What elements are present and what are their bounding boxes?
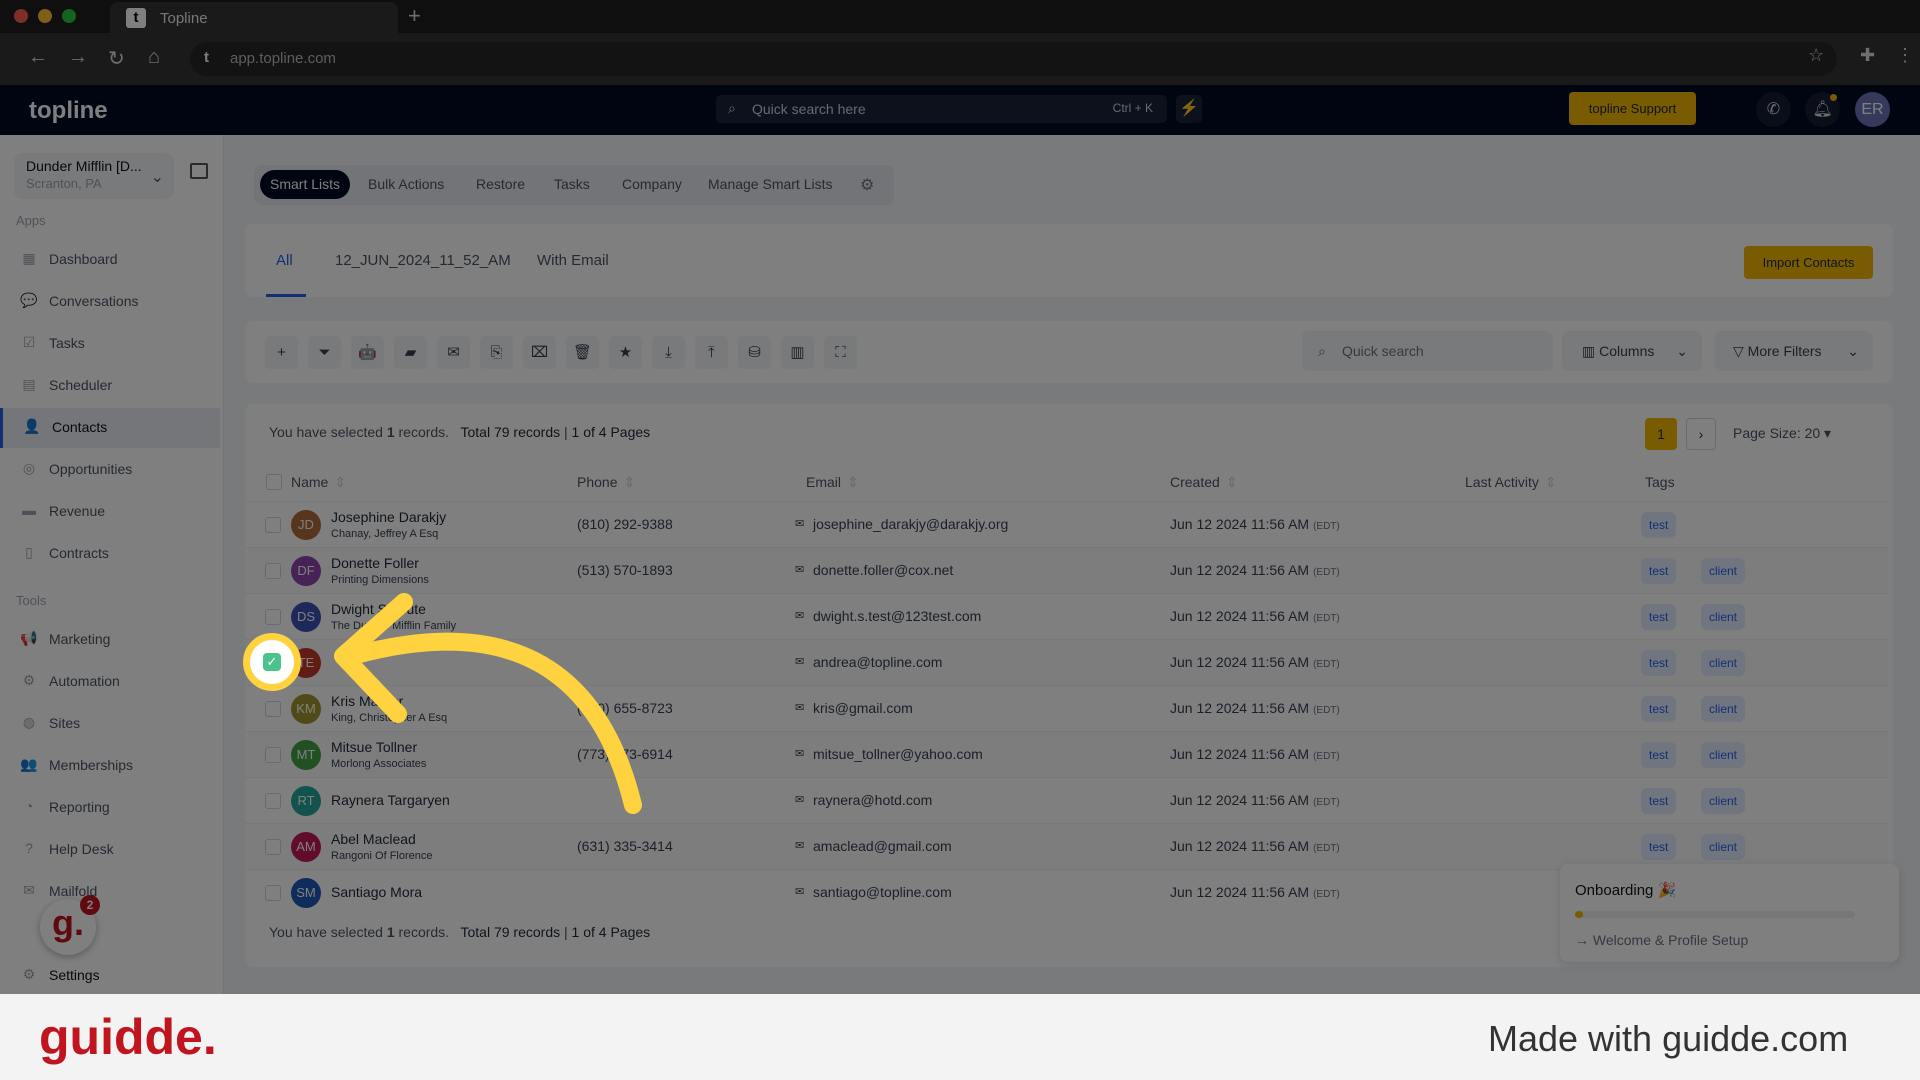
guide-arrow <box>334 593 642 814</box>
made-with-guidde-text: Made with guidde.com <box>1488 1018 1849 1059</box>
guidde-logo: guidde. <box>39 1009 217 1065</box>
guidde-footer: guidde. Made with guidde.com <box>0 994 1920 1080</box>
arrow-shaft <box>336 632 642 814</box>
